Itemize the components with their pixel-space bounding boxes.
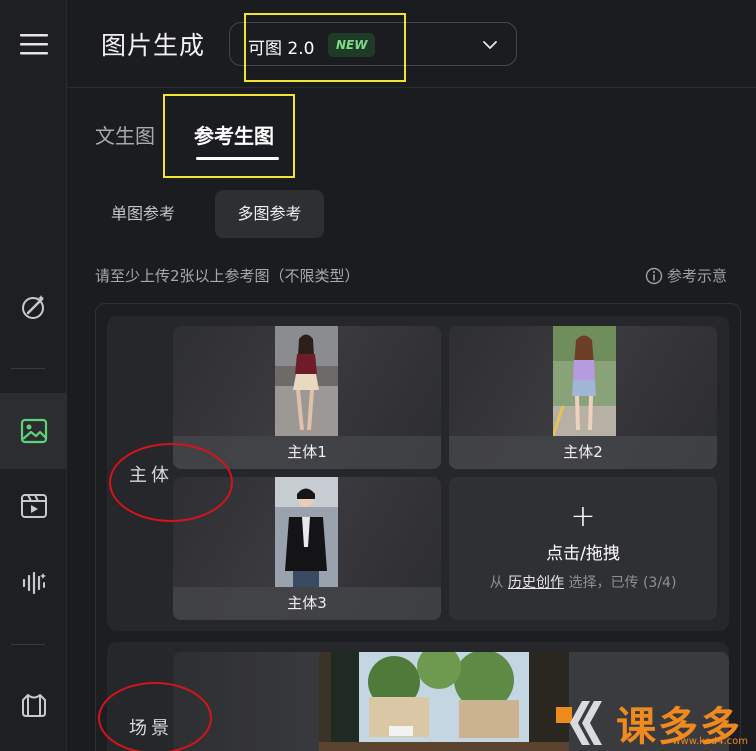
main-panel: 图片生成 可图 2.0 NEW 文生图 参考生图 单图参考 多图参考 请至少上传… bbox=[67, 0, 756, 751]
highlight-box-model bbox=[244, 13, 406, 82]
menu-button[interactable] bbox=[0, 14, 67, 74]
annotation-ellipse-subject bbox=[109, 443, 233, 522]
plus-icon: + bbox=[570, 499, 596, 534]
video-icon bbox=[20, 494, 47, 518]
reference-example-link[interactable]: 参考示意 bbox=[645, 265, 727, 286]
scene-photo-1 bbox=[319, 652, 569, 751]
watermark-url: www.ked4.com bbox=[672, 736, 748, 747]
annotation-ellipse-scene bbox=[98, 682, 212, 751]
sidebar-item-edit[interactable] bbox=[0, 277, 67, 337]
subject-card-1[interactable]: 主体1 bbox=[173, 326, 441, 469]
watermark-logo: 课多多 www.ked4.com bbox=[556, 695, 756, 751]
subject-caption-2: 主体2 bbox=[449, 436, 717, 469]
subject-caption-3: 主体3 bbox=[173, 587, 441, 620]
reference-example-label: 参考示意 bbox=[667, 267, 728, 285]
subtab-multi-reference[interactable]: 多图参考 bbox=[215, 190, 324, 238]
hamburger-icon bbox=[19, 34, 48, 55]
upload-title: 点击/拖拽 bbox=[546, 544, 620, 564]
highlight-box-tab bbox=[163, 94, 295, 178]
subtab-single-reference[interactable]: 单图参考 bbox=[95, 190, 191, 238]
upload-dropzone[interactable]: + 点击/拖拽 从 历史创作 选择，已传 (3/4) bbox=[449, 477, 717, 620]
magic-edit-icon bbox=[21, 295, 44, 319]
info-icon bbox=[645, 267, 663, 284]
chevron-down-icon bbox=[483, 41, 497, 49]
sidebar-item-audio[interactable] bbox=[0, 553, 67, 613]
subject-card-2[interactable]: 主体2 bbox=[449, 326, 717, 469]
reference-upload-panel: 主体 主体1 主体2 主体3 + 点击/拖拽 从 历史创作 选择，已传 (3/4… bbox=[95, 303, 741, 751]
upload-subtitle: 从 历史创作 选择，已传 (3/4) bbox=[449, 572, 717, 592]
upload-hint: 请至少上传2张以上参考图（不限类型） bbox=[95, 267, 360, 285]
upload-sub-prefix: 从 bbox=[489, 575, 504, 591]
subject-photo-2 bbox=[553, 326, 616, 436]
k-logo-icon bbox=[556, 701, 602, 745]
upload-sub-suffix: 选择，已传 (3/4) bbox=[568, 575, 677, 591]
audio-wave-icon bbox=[22, 571, 46, 595]
sidebar bbox=[0, 0, 67, 751]
sidebar-item-image[interactable] bbox=[0, 393, 67, 469]
sidebar-item-outfit[interactable] bbox=[0, 675, 67, 735]
header: 图片生成 可图 2.0 NEW bbox=[67, 0, 756, 88]
shirt-icon bbox=[21, 694, 46, 717]
tab-text-to-image[interactable]: 文生图 bbox=[95, 120, 155, 149]
history-link[interactable]: 历史创作 bbox=[508, 575, 564, 591]
sidebar-item-video[interactable] bbox=[0, 476, 67, 536]
page-title: 图片生成 bbox=[101, 31, 206, 60]
subject-photo-3 bbox=[275, 477, 338, 587]
subject-photo-1 bbox=[275, 326, 338, 436]
image-icon bbox=[20, 418, 47, 444]
